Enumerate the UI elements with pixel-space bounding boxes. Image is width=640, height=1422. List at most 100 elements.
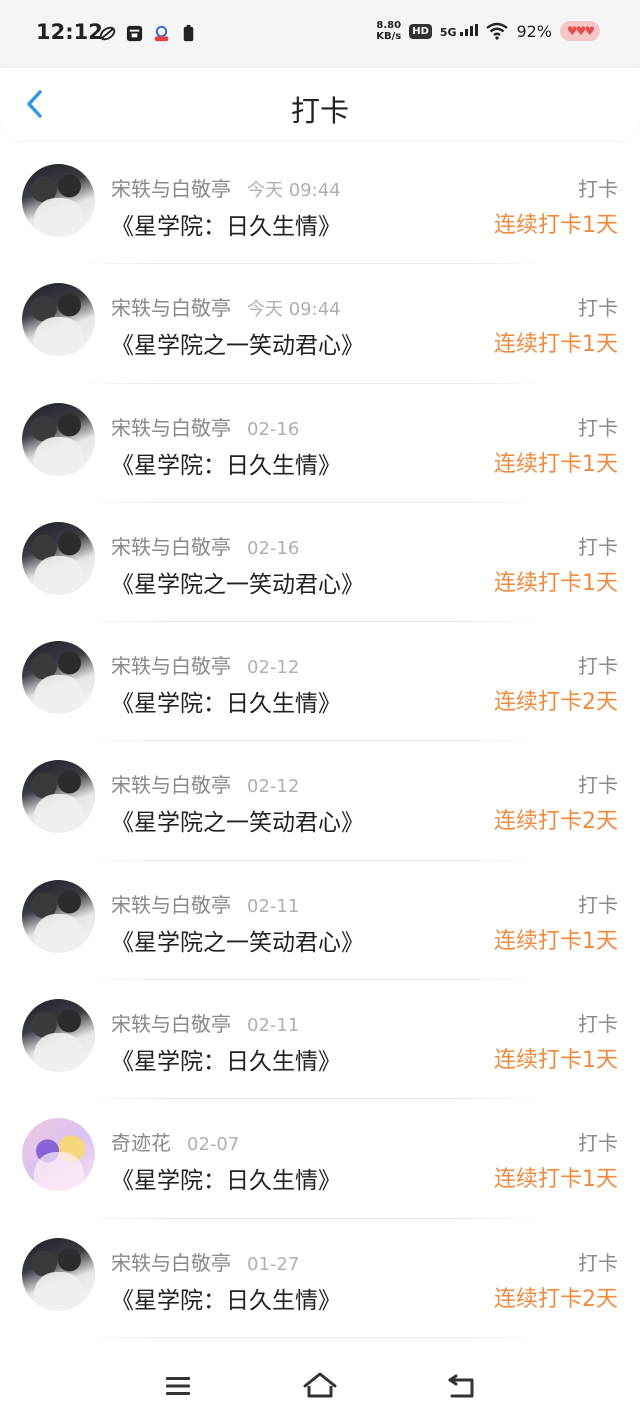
checkin-list: 宋轶与白敬亭 今天 09:44 《星学院：日久生情》 打卡 连续打卡1天 宋轶与白… [0,145,640,1338]
streak-badge: 连续打卡1天 [494,1048,618,1074]
status-right: 8.80 KB/s HD 5G 92% ♥♥♥ [376,20,600,42]
avatar-figure [34,675,84,715]
checkin-item-8[interactable]: 奇迹花 02-07 《星学院：日久生情》 打卡 连续打卡1天 [0,1099,640,1219]
streak-badge: 连续打卡2天 [494,1286,618,1312]
avatar-figure [34,1152,84,1192]
avatar-figure [34,555,84,595]
work-title[interactable]: 《星学院：日久生情》 [111,207,341,241]
work-title[interactable]: 《星学院之一笑动君心》 [111,923,364,957]
avatar-photo[interactable] [22,760,95,834]
work-title[interactable]: 《星学院之一笑动君心》 [111,803,364,837]
avatar-figure [34,1271,84,1311]
username-row: 宋轶与白敬亭 今天 09:44 [111,173,341,202]
post-time: 今天 09:44 [247,180,341,201]
checkin-item-3[interactable]: 宋轶与白敬亭 02-16 《星学院之一笑动君心》 打卡 连续打卡1天 [0,503,640,623]
avatar-photo[interactable] [22,521,95,595]
status-bar: 12:12 8.80 KB/s HD 5G 92% ♥♥♥ [0,0,640,68]
signal-bars-icon [460,23,479,36]
username-row: 宋轶与白敬亭 02-12 [111,769,299,798]
app-header: 打卡 [0,68,640,140]
checkin-item-4[interactable]: 宋轶与白敬亭 02-12 《星学院：日久生情》 打卡 连续打卡2天 [0,622,640,742]
post-time: 02-11 [247,1015,300,1037]
avatar-figure [34,913,84,953]
avatar-photo[interactable] [22,283,95,357]
avatar-figure [34,1033,84,1073]
avatar-photo[interactable] [22,879,95,953]
checkin-item-2[interactable]: 宋轶与白敬亭 02-16 《星学院：日久生情》 打卡 连续打卡1天 [0,384,640,503]
network-speed-value: 8.80 [376,20,402,31]
home-icon[interactable] [300,1366,340,1406]
username[interactable]: 宋轶与白敬亭 [111,893,231,917]
back-icon[interactable] [442,1366,482,1406]
checkin-label: 打卡 [578,1131,618,1156]
username[interactable]: 宋轶与白敬亭 [111,177,231,201]
work-title[interactable]: 《星学院：日久生情》 [111,1042,341,1076]
checkin-label: 打卡 [578,892,618,917]
username[interactable]: 宋轶与白敬亭 [111,535,231,559]
status-time: 12:12 [36,20,103,44]
avatar-photo[interactable] [22,164,95,237]
username-row: 宋轶与白敬亭 02-11 [111,889,299,918]
work-title[interactable]: 《星学院：日久生情》 [111,1281,341,1315]
work-title[interactable]: 《星学院：日久生情》 [111,1161,341,1195]
checkin-item-0[interactable]: 宋轶与白敬亭 今天 09:44 《星学院：日久生情》 打卡 连续打卡1天 [0,145,640,265]
checkin-item-6[interactable]: 宋轶与白敬亭 02-11 《星学院之一笑动君心》 打卡 连续打卡1天 [0,861,640,981]
post-time: 02-12 [247,657,300,679]
menu-icon[interactable] [158,1366,198,1406]
avatar-photo[interactable] [22,402,95,476]
username[interactable]: 宋轶与白敬亭 [111,1251,231,1275]
work-title[interactable]: 《星学院：日久生情》 [111,684,341,718]
signal-label: 5G [439,25,457,39]
streak-badge: 连续打卡1天 [494,332,618,358]
username[interactable]: 宋轶与白敬亭 [111,1012,231,1036]
checkin-label: 打卡 [578,654,618,679]
username[interactable]: 宋轶与白敬亭 [111,416,231,440]
system-nav-bar [0,1350,640,1422]
work-title[interactable]: 《星学院之一笑动君心》 [111,565,364,599]
avatar-photo[interactable] [22,999,95,1073]
post-time: 01-27 [247,1253,300,1275]
post-time: 02-16 [247,537,300,559]
username-row: 奇迹花 02-07 [111,1127,239,1156]
username[interactable]: 奇迹花 [111,1131,171,1155]
username[interactable]: 宋轶与白敬亭 [111,654,231,678]
username-row: 宋轶与白敬亭 02-11 [111,1008,299,1037]
checkin-label: 打卡 [578,534,618,559]
avatar-anime[interactable] [22,1118,95,1192]
streak-badge: 连续打卡1天 [494,570,618,596]
avatar-photo[interactable] [22,641,95,715]
battery-small-icon [183,24,194,42]
username-row: 宋轶与白敬亭 02-12 [111,650,299,679]
inbox-app-icon [126,25,143,42]
avatar-figure [34,317,84,357]
username-row: 宋轶与白敬亭 02-16 [111,412,299,441]
checkin-item-7[interactable]: 宋轶与白敬亭 02-11 《星学院：日久生情》 打卡 连续打卡1天 [0,980,640,1100]
avatar-figure [34,436,84,476]
username[interactable]: 宋轶与白敬亭 [111,296,231,320]
checkin-item-9[interactable]: 宋轶与白敬亭 01-27 《星学院：日久生情》 打卡 连续打卡2天 [0,1219,640,1338]
streak-badge: 连续打卡2天 [494,690,618,716]
checkin-label: 打卡 [578,1250,618,1275]
checkin-item-5[interactable]: 宋轶与白敬亭 02-12 《星学院之一笑动君心》 打卡 连续打卡2天 [0,741,640,861]
divider [72,1336,554,1338]
signal-5g: 5G [439,23,479,39]
streak-badge: 连续打卡1天 [494,213,618,238]
work-title[interactable]: 《星学院：日久生情》 [111,446,341,480]
username-row: 宋轶与白敬亭 今天 09:44 [111,292,341,321]
hd-badge: HD [409,23,432,39]
post-time: 02-07 [187,1134,240,1156]
work-title[interactable]: 《星学院之一笑动君心》 [111,326,364,360]
username[interactable]: 宋轶与白敬亭 [111,773,231,797]
username-row: 宋轶与白敬亭 02-16 [111,531,299,560]
network-speed-unit: KB/s [376,31,402,42]
leaf-app-icon [99,26,116,41]
baidu-app-icon [154,25,169,42]
avatar-photo[interactable] [22,1237,95,1311]
hearts-battery-icon: ♥♥♥ [560,21,600,41]
checkin-label: 打卡 [578,296,618,321]
checkin-item-1[interactable]: 宋轶与白敬亭 今天 09:44 《星学院之一笑动君心》 打卡 连续打卡1天 [0,264,640,384]
battery-percent: 92% [516,21,552,41]
status-left-icons [98,24,198,43]
streak-badge: 连续打卡2天 [494,809,618,835]
streak-badge: 连续打卡1天 [494,451,618,477]
